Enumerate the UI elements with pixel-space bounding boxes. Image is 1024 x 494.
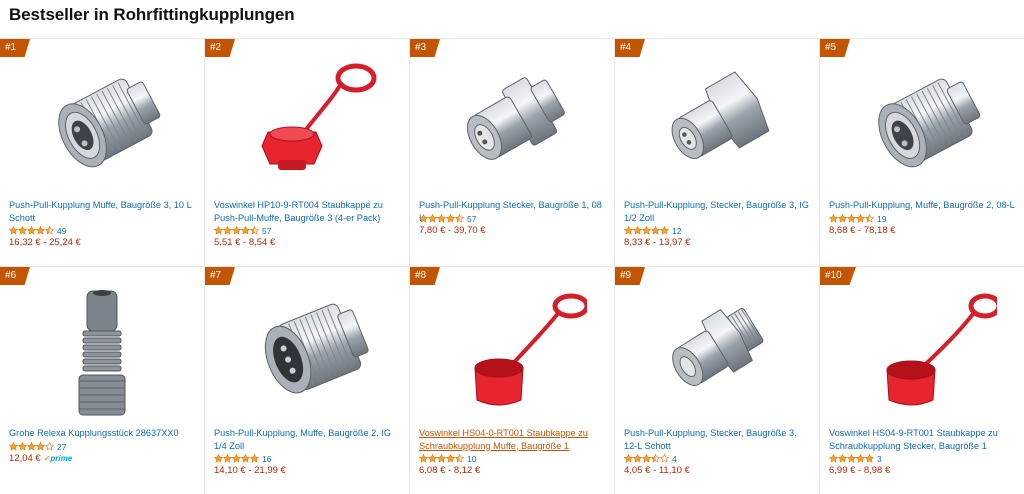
product-card[interactable]: #7 Push-Pull-Kupplung, Muffe, Baugröße 2… bbox=[205, 266, 410, 494]
product-card[interactable]: #2 Voswinkel HP10-9-RT004 Staubkappe zu … bbox=[205, 38, 410, 266]
product-card[interactable]: #8 Voswinkel HS04-0-RT001 Staubkappe zu … bbox=[410, 266, 615, 494]
product-title-link[interactable]: Push-Pull-Kupplung, Muffe, Baugröße 2, 0… bbox=[829, 199, 1016, 212]
star-rating-icon bbox=[624, 226, 669, 235]
price: 7,80 € - 39,70 € bbox=[419, 225, 486, 236]
rating[interactable]: 4 bbox=[624, 453, 677, 464]
price-text: 6,99 € - 8,98 € bbox=[829, 465, 891, 476]
product-image[interactable] bbox=[820, 55, 1024, 195]
price-text: 16,32 € - 25,24 € bbox=[9, 237, 81, 248]
price: 5,51 € - 8,54 € bbox=[214, 237, 275, 248]
product-card[interactable]: #5 Push-Pull-Kupplung, Muffe, Baugröße 2… bbox=[820, 38, 1024, 266]
review-count[interactable]: 3 bbox=[877, 454, 882, 464]
product-card[interactable]: #3 Push-Pull-Kupplung Stecker, Baugröße … bbox=[410, 38, 615, 266]
prime-badge: ✓prime bbox=[44, 454, 73, 463]
price: 8,68 € - 78,18 € bbox=[829, 225, 896, 236]
product-image[interactable] bbox=[820, 283, 1024, 423]
price-text: 5,51 € - 8,54 € bbox=[214, 237, 276, 248]
price-text: 4,05 € - 11,10 € bbox=[624, 465, 690, 476]
product-image[interactable] bbox=[205, 283, 409, 423]
product-title-link[interactable]: Grohe Relexa Kupplungsstück 28637XX0 bbox=[9, 427, 196, 440]
review-count[interactable]: 57 bbox=[467, 214, 476, 224]
price: 4,05 € - 11,10 € bbox=[624, 465, 690, 476]
price-text: 8,33 € - 13,97 € bbox=[624, 237, 691, 248]
product-card[interactable]: #9 Push-Pull-Kupplung, Stecker, Baugröße… bbox=[615, 266, 820, 494]
star-rating-icon bbox=[829, 214, 874, 223]
product-image[interactable] bbox=[410, 283, 614, 423]
product-image[interactable] bbox=[410, 55, 614, 195]
product-image[interactable] bbox=[0, 283, 204, 423]
star-rating-icon bbox=[214, 226, 259, 235]
rating[interactable]: 27 bbox=[9, 441, 66, 452]
price-text: 12,04 € bbox=[9, 453, 41, 464]
prime-label: prime bbox=[50, 454, 73, 463]
product-title-link[interactable]: Push-Pull-Kupplung, Stecker, Baugröße 3,… bbox=[624, 199, 811, 224]
review-count[interactable]: 10 bbox=[467, 454, 476, 464]
page-title: Bestseller in Rohrfittingkupplungen bbox=[9, 5, 295, 24]
product-card[interactable]: #10 Voswinkel HS04-9-RT001 Staubkappe zu… bbox=[820, 266, 1024, 494]
product-title-link[interactable]: Voswinkel HS04-0-RT001 Staubkappe zu Sch… bbox=[419, 427, 606, 452]
price-text: 6,08 € - 8,12 € bbox=[419, 465, 481, 476]
product-title-link[interactable]: Voswinkel HP10-9-RT004 Staubkappe zu Pus… bbox=[214, 199, 401, 224]
star-rating-icon bbox=[9, 226, 54, 235]
review-count[interactable]: 49 bbox=[57, 226, 66, 236]
star-rating-icon bbox=[624, 454, 669, 463]
review-count[interactable]: 27 bbox=[57, 442, 66, 452]
product-title-link[interactable]: Push-Pull-Kupplung, Muffe, Baugröße 2, I… bbox=[214, 427, 401, 452]
star-rating-icon bbox=[829, 454, 874, 463]
product-card[interactable]: #4 Push-Pull-Kupplung, Stecker, Baugröße… bbox=[615, 38, 820, 266]
rating[interactable]: 57 bbox=[214, 225, 271, 236]
rating[interactable]: 49 bbox=[9, 225, 66, 236]
review-count[interactable]: 57 bbox=[262, 226, 271, 236]
rating[interactable]: 19 bbox=[829, 213, 886, 224]
star-rating-icon bbox=[214, 454, 259, 463]
price-text: 8,68 € - 78,18 € bbox=[829, 225, 896, 236]
rating[interactable]: 16 bbox=[214, 453, 271, 464]
star-rating-icon bbox=[419, 454, 464, 463]
review-count[interactable]: 19 bbox=[877, 214, 886, 224]
product-card[interactable]: #6 Grohe Relexa Kupplungsstück 28637XX0 … bbox=[0, 266, 205, 494]
price: 12,04 € ✓prime bbox=[9, 453, 72, 464]
review-count[interactable]: 4 bbox=[672, 454, 677, 464]
price: 6,99 € - 8,98 € bbox=[829, 465, 890, 476]
price: 16,32 € - 25,24 € bbox=[9, 237, 81, 248]
rating[interactable]: 12 bbox=[624, 225, 681, 236]
rating[interactable]: 57 bbox=[419, 213, 476, 224]
price: 6,08 € - 8,12 € bbox=[419, 465, 480, 476]
star-rating-icon bbox=[419, 214, 464, 223]
bestseller-grid: #1 Push-Pull-Kupplung Muffe, Baugröße 3,… bbox=[0, 38, 1024, 494]
product-title-link[interactable]: Push-Pull-Kupplung, Stecker, Baugröße 3,… bbox=[624, 427, 811, 452]
product-image[interactable] bbox=[615, 55, 819, 195]
product-card[interactable]: #1 Push-Pull-Kupplung Muffe, Baugröße 3,… bbox=[0, 38, 205, 266]
product-title-link[interactable]: Voswinkel HS04-9-RT001 Staubkappe zu Sch… bbox=[829, 427, 1016, 452]
product-image[interactable] bbox=[205, 55, 409, 195]
star-rating-icon bbox=[9, 442, 54, 451]
review-count[interactable]: 12 bbox=[672, 226, 681, 236]
price: 8,33 € - 13,97 € bbox=[624, 237, 691, 248]
price-text: 14,10 € - 21,99 € bbox=[214, 465, 286, 476]
product-image[interactable] bbox=[615, 283, 819, 423]
review-count[interactable]: 16 bbox=[262, 454, 271, 464]
price: 14,10 € - 21,99 € bbox=[214, 465, 286, 476]
rating[interactable]: 10 bbox=[419, 453, 476, 464]
price-text: 7,80 € - 39,70 € bbox=[419, 225, 486, 236]
rating[interactable]: 3 bbox=[829, 453, 882, 464]
product-image[interactable] bbox=[0, 55, 204, 195]
product-title-link[interactable]: Push-Pull-Kupplung Muffe, Baugröße 3, 10… bbox=[9, 199, 196, 224]
